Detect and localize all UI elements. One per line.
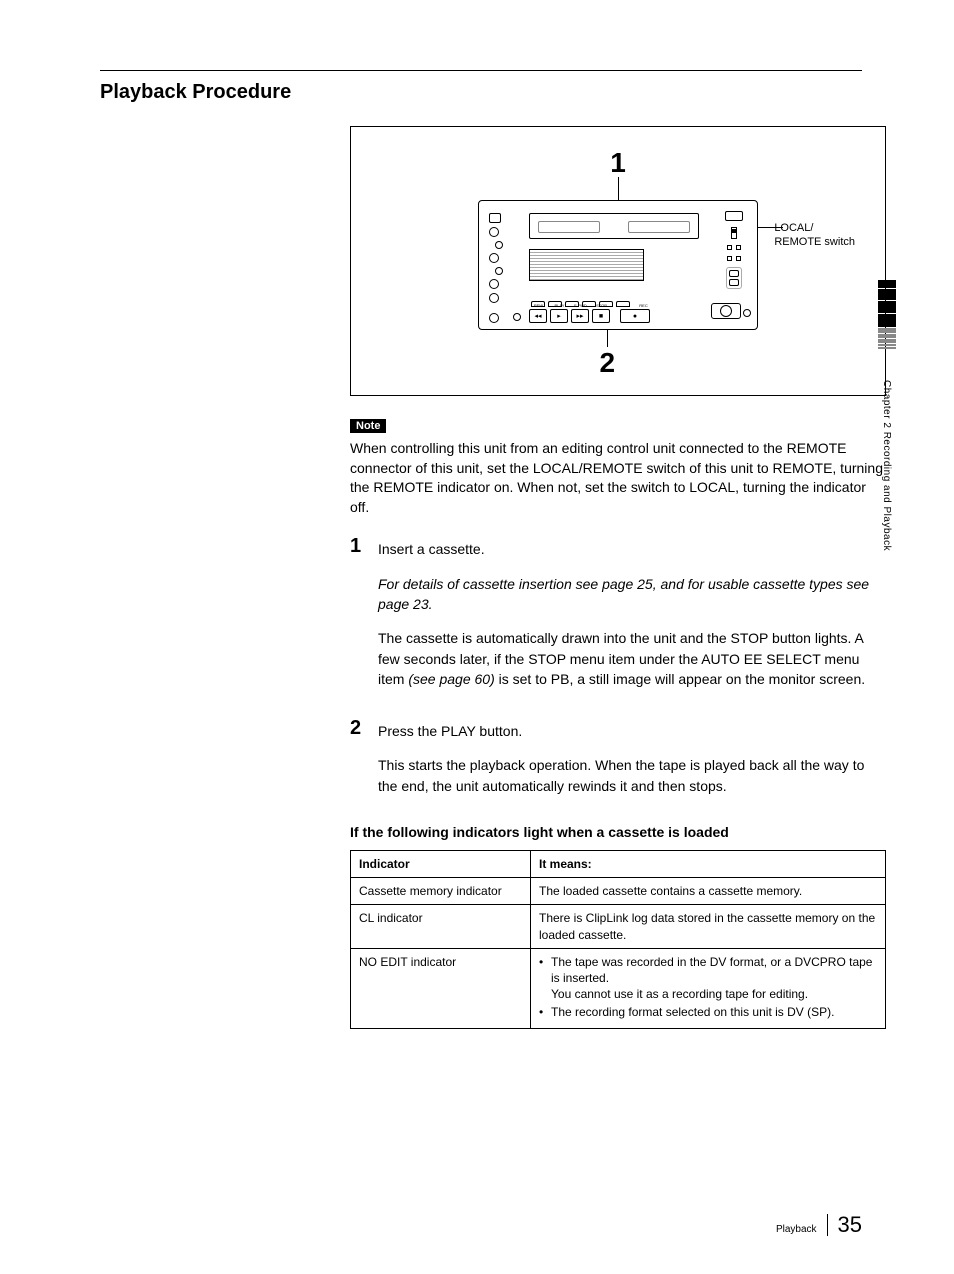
table-header: Indicator <box>351 851 531 878</box>
indicator-table: Indicator It means: Cassette memory indi… <box>350 850 886 1029</box>
table-row: CL indicator There is ClipLink log data … <box>351 905 886 948</box>
step-body: The cassette is automatically drawn into… <box>378 628 886 689</box>
device-diagram: 1 2 LOCAL/ REMOTE switch REW <box>350 126 886 396</box>
footer-section-label: Playback <box>776 1224 817 1235</box>
page-footer: Playback 35 <box>776 1212 862 1238</box>
note-badge: Note <box>350 419 386 433</box>
callout-one: 1 <box>610 147 626 179</box>
callout-two: 2 <box>600 347 616 379</box>
note-text: When controlling this unit from an editi… <box>350 439 886 517</box>
step-1: 1 Insert a cassette. For details of cass… <box>350 535 886 703</box>
device-outline: REW PLAY F FWD STOP REC ◂◂▸▸▸■● <box>478 200 758 330</box>
step-reference: For details of cassette insertion see pa… <box>378 574 886 615</box>
table-row: Cassette memory indicator The loaded cas… <box>351 878 886 905</box>
step-number: 1 <box>350 535 378 703</box>
chapter-side-label: Chapter 2 Recording and Playback <box>881 380 892 551</box>
switch-label: LOCAL/ REMOTE switch <box>774 221 855 250</box>
page-number: 35 <box>838 1212 862 1238</box>
step-lead: Insert a cassette. <box>378 539 886 559</box>
step-2: 2 Press the PLAY button. This starts the… <box>350 717 886 810</box>
table-row: NO EDIT indicator The tape was recorded … <box>351 948 886 1028</box>
table-header: It means: <box>531 851 886 878</box>
step-lead: Press the PLAY button. <box>378 721 886 741</box>
step-number: 2 <box>350 717 378 810</box>
section-title: Playback Procedure <box>100 81 862 104</box>
table-subhead: If the following indicators light when a… <box>350 824 886 840</box>
step-body: This starts the playback operation. When… <box>378 755 886 796</box>
chapter-tab-icon <box>878 280 896 350</box>
